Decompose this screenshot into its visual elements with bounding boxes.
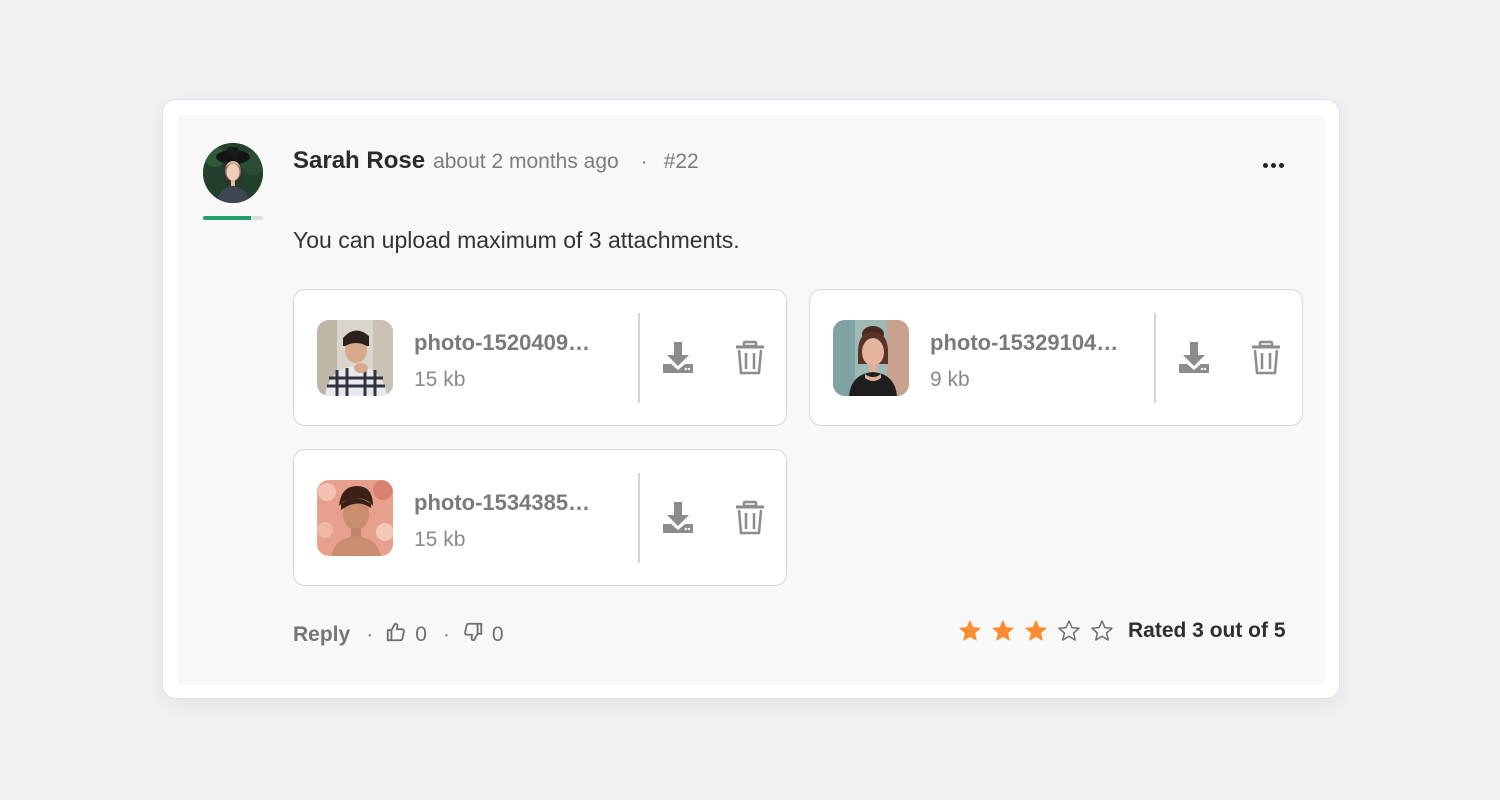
attachment-name: photo-1534385…	[414, 490, 591, 515]
more-dot	[1262, 162, 1268, 168]
attachment-name: photo-1520409…	[414, 330, 591, 355]
attachment-size: 15 kb	[414, 368, 466, 391]
comment-body: Sarah Rose about 2 months ago · #22 You …	[178, 115, 1325, 685]
download-icon[interactable]	[1174, 338, 1214, 378]
attachment-thumbnail[interactable]	[317, 320, 393, 396]
download-icon[interactable]	[658, 338, 698, 378]
attachment-card: photo-1520409… 15 kb	[293, 289, 787, 426]
comment-actions: Reply · 0 · 0	[293, 621, 504, 649]
attachment-thumbnail[interactable]	[317, 480, 393, 556]
more-options-icon[interactable]	[1258, 155, 1288, 175]
comment-card: Sarah Rose about 2 months ago · #22 You …	[162, 99, 1340, 699]
avatar-progress-bar	[203, 216, 263, 220]
download-icon[interactable]	[658, 498, 698, 538]
more-dot	[1278, 162, 1284, 168]
like-count: 0	[415, 623, 427, 646]
attachment-divider	[1154, 313, 1156, 403]
avatar-progress-fill	[203, 216, 251, 220]
more-dot	[1270, 162, 1276, 168]
attachment-card: photo-1534385… 15 kb	[293, 449, 787, 586]
avatar[interactable]	[203, 143, 263, 203]
comment-time: about 2 months ago	[433, 150, 619, 173]
attachment-divider	[638, 313, 640, 403]
star-empty-icon[interactable]	[1090, 619, 1114, 643]
footer-dot: ·	[442, 623, 450, 646]
attachment-divider	[638, 473, 640, 563]
header-dot: ·	[640, 150, 648, 173]
star-filled-icon[interactable]	[958, 619, 982, 643]
rating-label: Rated 3 out of 5	[1128, 619, 1286, 642]
comment-number[interactable]: #22	[664, 150, 699, 174]
rating-stars[interactable]	[958, 619, 1114, 643]
author-name[interactable]: Sarah Rose	[293, 147, 425, 175]
attachment-size: 15 kb	[414, 528, 466, 551]
comment-message: You can upload maximum of 3 attachments.	[293, 227, 740, 253]
dislike-button[interactable]: 0	[462, 621, 504, 649]
trash-icon[interactable]	[1248, 338, 1284, 378]
attachment-name: photo-15329104…	[930, 330, 1119, 355]
star-empty-icon[interactable]	[1057, 619, 1081, 643]
like-button[interactable]: 0	[385, 621, 427, 649]
rating: Rated 3 out of 5	[958, 619, 1286, 643]
trash-icon[interactable]	[732, 338, 768, 378]
dislike-count: 0	[491, 623, 504, 646]
thumbs-down-icon	[462, 621, 484, 649]
trash-icon[interactable]	[732, 498, 768, 538]
star-filled-icon[interactable]	[1024, 619, 1048, 643]
attachment-card: photo-15329104… 9 kb	[809, 289, 1303, 426]
star-filled-icon[interactable]	[991, 619, 1015, 643]
attachment-thumbnail[interactable]	[833, 320, 909, 396]
attachment-size: 9 kb	[930, 368, 970, 391]
footer-dot: ·	[366, 623, 374, 646]
thumbs-up-icon	[385, 621, 407, 649]
comment-header: Sarah Rose about 2 months ago · #22	[293, 147, 699, 177]
reply-button[interactable]: Reply	[293, 623, 350, 647]
